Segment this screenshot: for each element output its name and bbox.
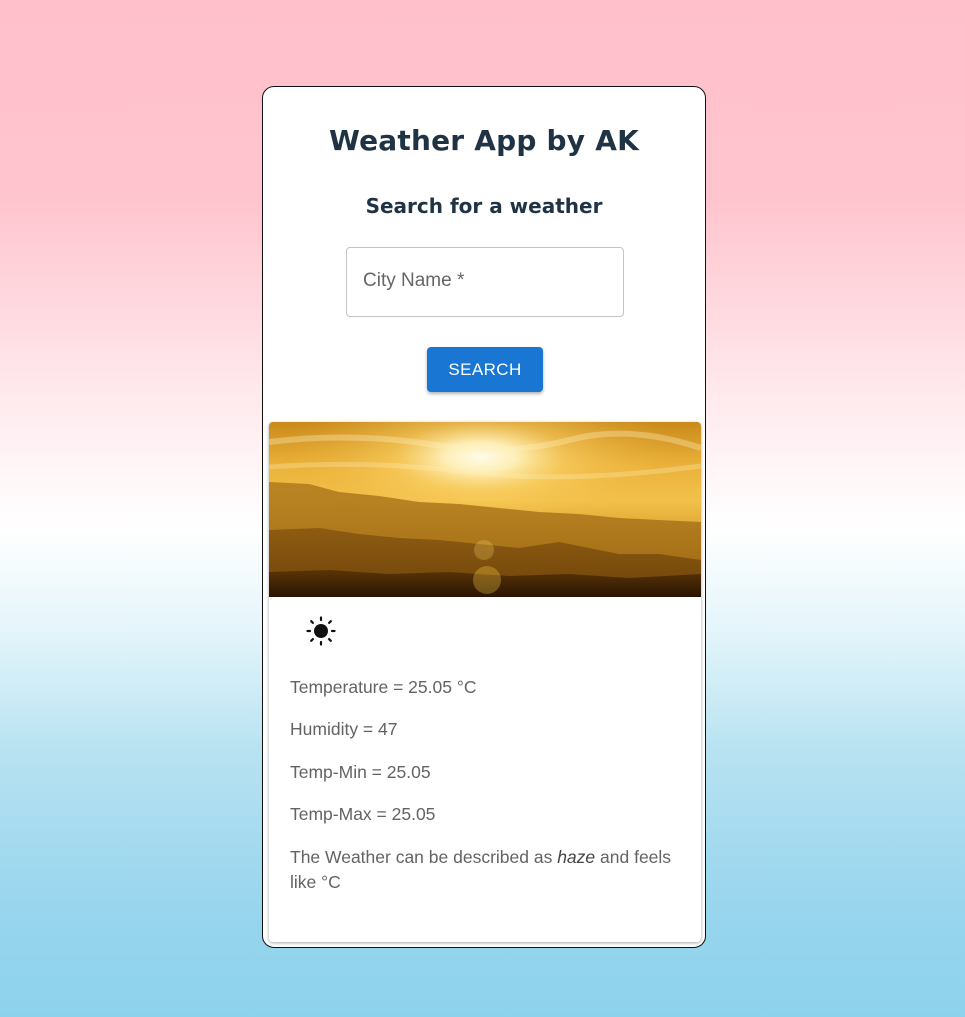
weather-result-card: Temperature = 25.05 °C Humidity = 47 Tem…: [269, 422, 701, 942]
temperature-text: Temperature = 25.05 °C: [290, 677, 477, 697]
temp-min-text: Temp-Min = 25.05: [290, 762, 431, 782]
weather-description: The Weather can be described as haze and…: [290, 845, 690, 895]
weather-banner-image: [269, 422, 701, 597]
app-title: Weather App by AK: [329, 124, 639, 157]
sun-icon: [306, 616, 336, 646]
city-name-field[interactable]: City Name *: [346, 247, 624, 317]
city-name-input[interactable]: [347, 248, 623, 316]
description-condition: haze: [557, 847, 596, 867]
humidity-text: Humidity = 47: [290, 719, 398, 739]
weather-card: Weather App by AK Search for a weather C…: [262, 86, 706, 948]
search-button[interactable]: SEARCH: [427, 347, 543, 392]
search-heading: Search for a weather: [365, 194, 603, 218]
description-prefix: The Weather can be described as: [290, 847, 558, 867]
temp-max-text: Temp-Max = 25.05: [290, 804, 436, 824]
